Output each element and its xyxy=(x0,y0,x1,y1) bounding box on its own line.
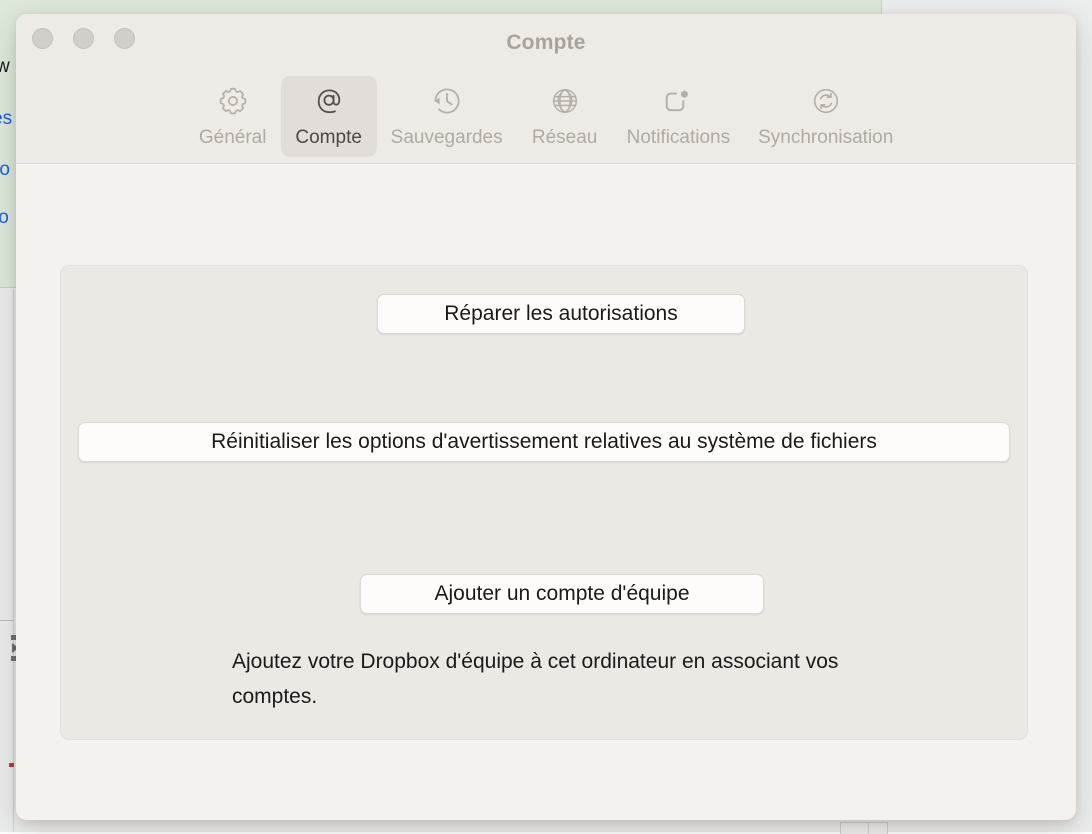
repair-permissions-button[interactable]: Réparer les autorisations xyxy=(377,294,745,334)
window-title: Compte xyxy=(16,31,1076,55)
reset-filesystem-warnings-button[interactable]: Réinitialiser les options d'avertissemen… xyxy=(78,422,1010,462)
bg-text-fragment-es[interactable]: es xyxy=(0,109,12,128)
background-horizontal-rule xyxy=(0,620,14,621)
bg-text-fragment-to[interactable]: to xyxy=(0,208,9,227)
sync-icon xyxy=(809,84,843,118)
preferences-window: Compte Général xyxy=(16,14,1076,820)
tab-notifications[interactable]: Notifications xyxy=(613,76,745,157)
tab-backups-label: Sauvegardes xyxy=(391,127,503,149)
background-bottom-tab-stubs[interactable] xyxy=(840,822,888,834)
window-titlebar: Compte Général xyxy=(16,14,1076,164)
gear-icon xyxy=(216,84,250,118)
tab-account-label: Compte xyxy=(295,127,362,149)
notification-icon xyxy=(661,84,695,118)
tab-sync-label: Synchronisation xyxy=(758,127,893,149)
tab-general[interactable]: Général xyxy=(185,76,281,157)
tab-general-label: Général xyxy=(199,127,267,149)
background-red-marker xyxy=(9,763,14,767)
add-team-account-button[interactable]: Ajouter un compte d'équipe xyxy=(360,574,764,614)
preferences-toolbar: Général Compte xyxy=(16,76,1076,157)
at-sign-icon xyxy=(312,84,346,118)
background-vertical-rule xyxy=(13,289,14,832)
tab-notifications-label: Notifications xyxy=(627,127,731,149)
account-settings-panel: Réparer les autorisations Réinitialiser … xyxy=(60,265,1028,740)
globe-icon xyxy=(548,84,582,118)
bg-text-fragment-ro[interactable]: ro xyxy=(0,160,10,179)
tab-network-label: Réseau xyxy=(532,127,598,149)
tab-account[interactable]: Compte xyxy=(281,76,377,157)
bg-text-fragment-w: w xyxy=(0,57,10,76)
tab-sync[interactable]: Synchronisation xyxy=(744,76,907,157)
tab-network[interactable]: Réseau xyxy=(517,76,613,157)
tab-backups[interactable]: Sauvegardes xyxy=(377,76,517,157)
team-account-description: Ajoutez votre Dropbox d'équipe à cet ord… xyxy=(232,644,872,715)
clock-rewind-icon xyxy=(430,84,464,118)
account-pane: Réparer les autorisations Réinitialiser … xyxy=(16,164,1076,819)
